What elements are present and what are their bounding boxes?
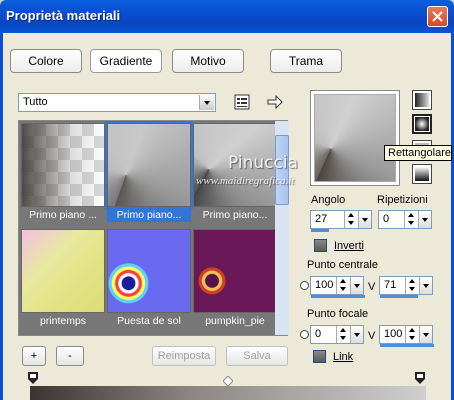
link-label: Link xyxy=(333,351,354,363)
angle-value: 27 xyxy=(315,213,328,225)
start-color-stop-icon[interactable] xyxy=(28,372,38,384)
tab-trama[interactable]: Trama xyxy=(270,49,342,73)
close-button[interactable] xyxy=(427,6,448,27)
gradient-thumbnail xyxy=(193,229,277,313)
save-button[interactable]: Salva xyxy=(226,346,288,366)
tab-bar: Colore Gradiente Motivo Trama xyxy=(8,42,446,82)
gradient-thumbnail xyxy=(193,123,277,207)
gradient-thumbnail xyxy=(107,229,191,313)
reset-button[interactable]: Reimposta xyxy=(152,346,216,366)
repeats-spinner[interactable] xyxy=(404,211,417,228)
arrow-right-icon[interactable] xyxy=(266,94,284,112)
radial-style-button[interactable] xyxy=(412,164,432,184)
center-x-spinner[interactable] xyxy=(336,277,349,294)
angle-input[interactable]: 27 xyxy=(310,210,372,232)
center-y-dropdown[interactable] xyxy=(419,277,432,294)
center-x-value: 100 xyxy=(315,279,334,291)
focal-x-spinner[interactable] xyxy=(336,326,349,343)
gradient-editor-bar[interactable] xyxy=(30,386,426,400)
gallery-item[interactable]: Puesta de sol xyxy=(107,229,191,328)
gallery-item[interactable]: Primo piano... xyxy=(193,123,277,222)
radial-gradient-icon xyxy=(415,167,429,181)
gradient-thumbnail xyxy=(21,123,105,207)
gallery-item[interactable]: Primo piano ... xyxy=(21,123,105,222)
gradient-thumbnail xyxy=(21,229,105,313)
tab-motivo[interactable]: Motivo xyxy=(172,49,244,73)
focal-y-axis-label: V xyxy=(368,330,376,342)
center-point-label: Punto centrale xyxy=(307,259,378,271)
center-y-slider[interactable] xyxy=(380,295,418,298)
linear-style-button[interactable] xyxy=(412,90,432,110)
gallery-item[interactable]: pumpkin_pie xyxy=(193,229,277,328)
close-icon xyxy=(432,11,443,22)
title-bar: Proprietà materiali xyxy=(0,0,454,33)
center-x-input[interactable]: 100 xyxy=(310,276,365,298)
rectangular-gradient-icon xyxy=(415,117,429,131)
center-y-axis-label: V xyxy=(368,281,376,293)
gradient-thumbnail xyxy=(105,121,193,209)
focal-y-spinner[interactable] xyxy=(405,326,418,343)
category-dropdown[interactable]: Tutto xyxy=(18,93,216,112)
category-dropdown-value: Tutto xyxy=(23,96,48,108)
center-y-spinner[interactable] xyxy=(405,277,418,294)
focal-y-dropdown[interactable] xyxy=(419,326,432,343)
focal-y-value: 100 xyxy=(384,328,403,340)
repeats-input[interactable]: 0 xyxy=(378,210,432,229)
swatch-list-icon[interactable] xyxy=(234,94,252,112)
link-checkbox[interactable] xyxy=(313,350,326,363)
gradient-preview xyxy=(310,90,400,186)
repeats-value: 0 xyxy=(383,213,390,225)
focal-x-value: 0 xyxy=(315,328,322,340)
gradient-gallery: Primo piano ... Primo piano... Primo pia… xyxy=(18,120,289,336)
focal-y-input[interactable]: 100 xyxy=(379,325,434,347)
focal-x-input[interactable]: 0 xyxy=(310,325,364,344)
gallery-item-label: printemps xyxy=(39,315,87,327)
remove-button[interactable]: - xyxy=(56,346,84,366)
focal-point-radio[interactable] xyxy=(300,330,309,339)
gallery-item-label: Primo piano... xyxy=(202,209,268,221)
rectangular-style-button[interactable] xyxy=(412,114,432,134)
repeats-label: Ripetizioni xyxy=(377,194,428,206)
scrollbar-thumb[interactable] xyxy=(275,135,289,205)
angle-dropdown[interactable] xyxy=(358,211,371,228)
gallery-item-label: Primo piano... xyxy=(107,208,191,222)
center-x-slider[interactable] xyxy=(311,295,365,298)
angle-label: Angolo xyxy=(311,194,346,206)
linear-gradient-icon xyxy=(415,93,429,107)
angle-slider[interactable] xyxy=(311,229,329,232)
tab-colore[interactable]: Colore xyxy=(10,49,82,73)
invert-checkbox[interactable] xyxy=(314,239,327,252)
end-color-stop-icon[interactable] xyxy=(415,372,425,384)
angle-spinner[interactable] xyxy=(344,211,357,228)
gallery-item-label: Puesta de sol xyxy=(117,315,181,327)
gallery-item[interactable]: printemps xyxy=(21,229,105,328)
center-point-radio[interactable] xyxy=(300,281,309,290)
style-tooltip: Rettangolare xyxy=(384,145,452,161)
focal-y-slider[interactable] xyxy=(380,344,434,347)
invert-label: Inverti xyxy=(334,240,364,252)
preview-swatch xyxy=(314,94,396,182)
focal-point-label: Punto focale xyxy=(307,308,369,320)
tab-gradiente[interactable]: Gradiente xyxy=(90,49,162,73)
center-y-input[interactable]: 71 xyxy=(379,276,433,298)
add-button[interactable]: + xyxy=(22,346,46,366)
chevron-down-icon xyxy=(199,95,214,110)
gallery-scrollbar[interactable] xyxy=(275,121,289,335)
repeats-dropdown[interactable] xyxy=(418,211,431,228)
center-x-dropdown[interactable] xyxy=(350,277,363,294)
gallery-item-selected[interactable]: Primo piano... xyxy=(105,121,193,222)
center-y-value: 71 xyxy=(384,279,397,291)
window-title: Proprietà materiali xyxy=(6,8,121,23)
focal-x-dropdown[interactable] xyxy=(350,326,363,343)
gallery-item-label: pumpkin_pie xyxy=(205,315,265,327)
gallery-item-label: Primo piano ... xyxy=(29,209,97,221)
